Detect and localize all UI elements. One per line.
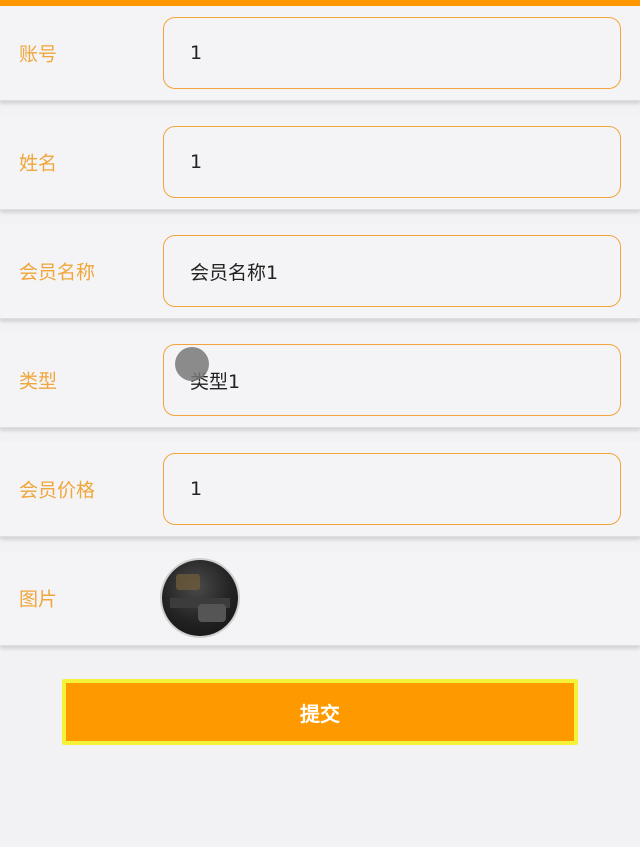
form-row-account: 账号 xyxy=(0,6,640,101)
member-name-label: 会员名称 xyxy=(19,261,96,284)
image-thumbnail[interactable] xyxy=(162,560,238,636)
type-input[interactable] xyxy=(163,344,621,416)
form-row-member-name: 会员名称 xyxy=(0,224,640,319)
member-price-input[interactable] xyxy=(163,453,621,525)
thumbnail-detail xyxy=(176,574,200,590)
form-row-image: 图片 xyxy=(0,551,640,646)
form-row-type: 类型 xyxy=(0,333,640,428)
image-label: 图片 xyxy=(19,588,58,611)
type-label: 类型 xyxy=(19,370,58,393)
member-price-label: 会员价格 xyxy=(19,479,96,502)
name-label: 姓名 xyxy=(19,152,58,175)
name-input[interactable] xyxy=(163,126,621,198)
thumbnail-detail xyxy=(198,604,226,622)
form-row-member-price: 会员价格 xyxy=(0,442,640,537)
account-input[interactable] xyxy=(163,17,621,89)
submit-button[interactable]: 提交 xyxy=(62,679,578,745)
member-name-input[interactable] xyxy=(163,235,621,307)
account-label: 账号 xyxy=(19,43,58,66)
form-row-name: 姓名 xyxy=(0,115,640,210)
